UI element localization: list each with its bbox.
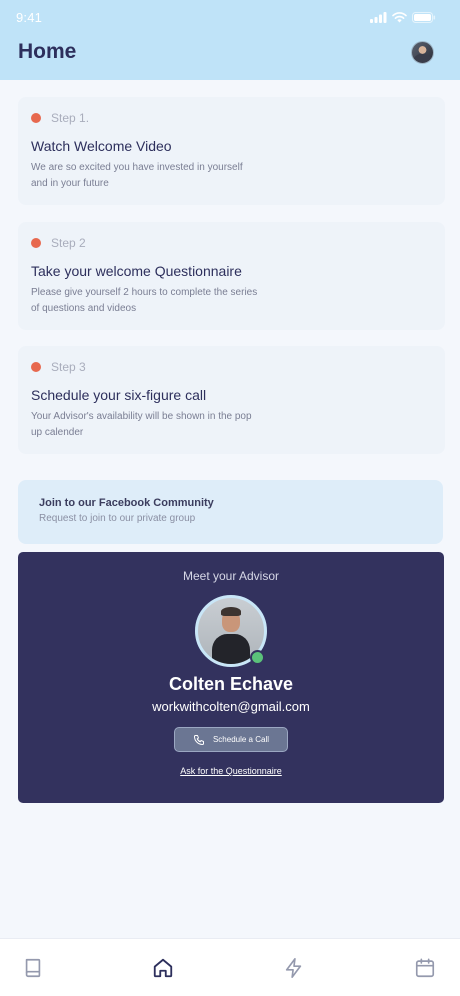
home-screen: 9:41 Home Step 1. Watch Welcome Video We… xyxy=(0,0,460,996)
step-label: Step 1. xyxy=(51,111,90,125)
nav-item-home[interactable] xyxy=(152,957,174,979)
status-icons xyxy=(370,11,436,23)
battery-icon xyxy=(412,11,436,23)
advisor-email[interactable]: workwithcolten@gmail.com xyxy=(18,699,444,714)
step-header: Step 1. xyxy=(31,111,89,125)
signal-icon xyxy=(370,11,387,23)
schedule-call-button[interactable]: Schedule a Call xyxy=(174,727,288,752)
step-description: We are so excited you have invested in y… xyxy=(31,162,243,189)
advisor-name: Colten Echave xyxy=(168,674,294,694)
page-title: Home xyxy=(18,40,77,63)
step-label: Step 2 xyxy=(51,236,86,250)
step-card-3[interactable]: Step 3 Schedule your six-figure call You… xyxy=(18,346,445,454)
nav-item-calendar[interactable] xyxy=(414,957,436,979)
online-status-dot xyxy=(250,650,265,665)
advisor-heading: Meet your Advisor xyxy=(182,569,280,583)
home-icon xyxy=(153,958,173,978)
calendar-icon xyxy=(415,958,435,978)
bottom-nav xyxy=(0,938,460,996)
phone-icon xyxy=(193,734,204,745)
status-time: 9:41 xyxy=(16,10,43,25)
nav-item-activity[interactable] xyxy=(283,957,305,979)
wifi-icon xyxy=(392,11,407,22)
step-description: Please give yourself 2 hours to complete… xyxy=(31,287,258,314)
step-title: Watch Welcome Video xyxy=(31,138,172,154)
profile-avatar[interactable] xyxy=(411,41,434,64)
step-status-dot xyxy=(31,113,41,123)
step-card-2[interactable]: Step 2 Take your welcome Questionnaire P… xyxy=(18,222,445,330)
nav-item-library[interactable] xyxy=(22,957,44,979)
schedule-call-label: Schedule a Call xyxy=(212,735,270,744)
advisor-card: Meet your Advisor Colten Echave workwith… xyxy=(18,552,444,803)
facebook-card-subtitle: Request to join to our private group xyxy=(39,513,196,524)
header: 9:41 Home xyxy=(0,0,460,80)
step-label: Step 3 xyxy=(51,360,86,374)
book-icon xyxy=(25,958,41,978)
step-title: Schedule your six-figure call xyxy=(31,387,207,403)
step-status-dot xyxy=(31,362,41,372)
step-card-1[interactable]: Step 1. Watch Welcome Video We are so ex… xyxy=(18,97,445,205)
lightning-icon xyxy=(285,958,302,978)
step-header: Step 3 xyxy=(31,360,86,374)
step-title: Take your welcome Questionnaire xyxy=(31,263,242,279)
step-header: Step 2 xyxy=(31,236,86,250)
step-status-dot xyxy=(31,238,41,248)
step-description: Your Advisor's availability will be show… xyxy=(31,411,252,438)
facebook-card-title: Join to our Facebook Community xyxy=(39,497,214,509)
facebook-community-card[interactable]: Join to our Facebook Community Request t… xyxy=(18,480,443,544)
questionnaire-link[interactable]: Ask for the Questionnaire xyxy=(18,766,444,776)
